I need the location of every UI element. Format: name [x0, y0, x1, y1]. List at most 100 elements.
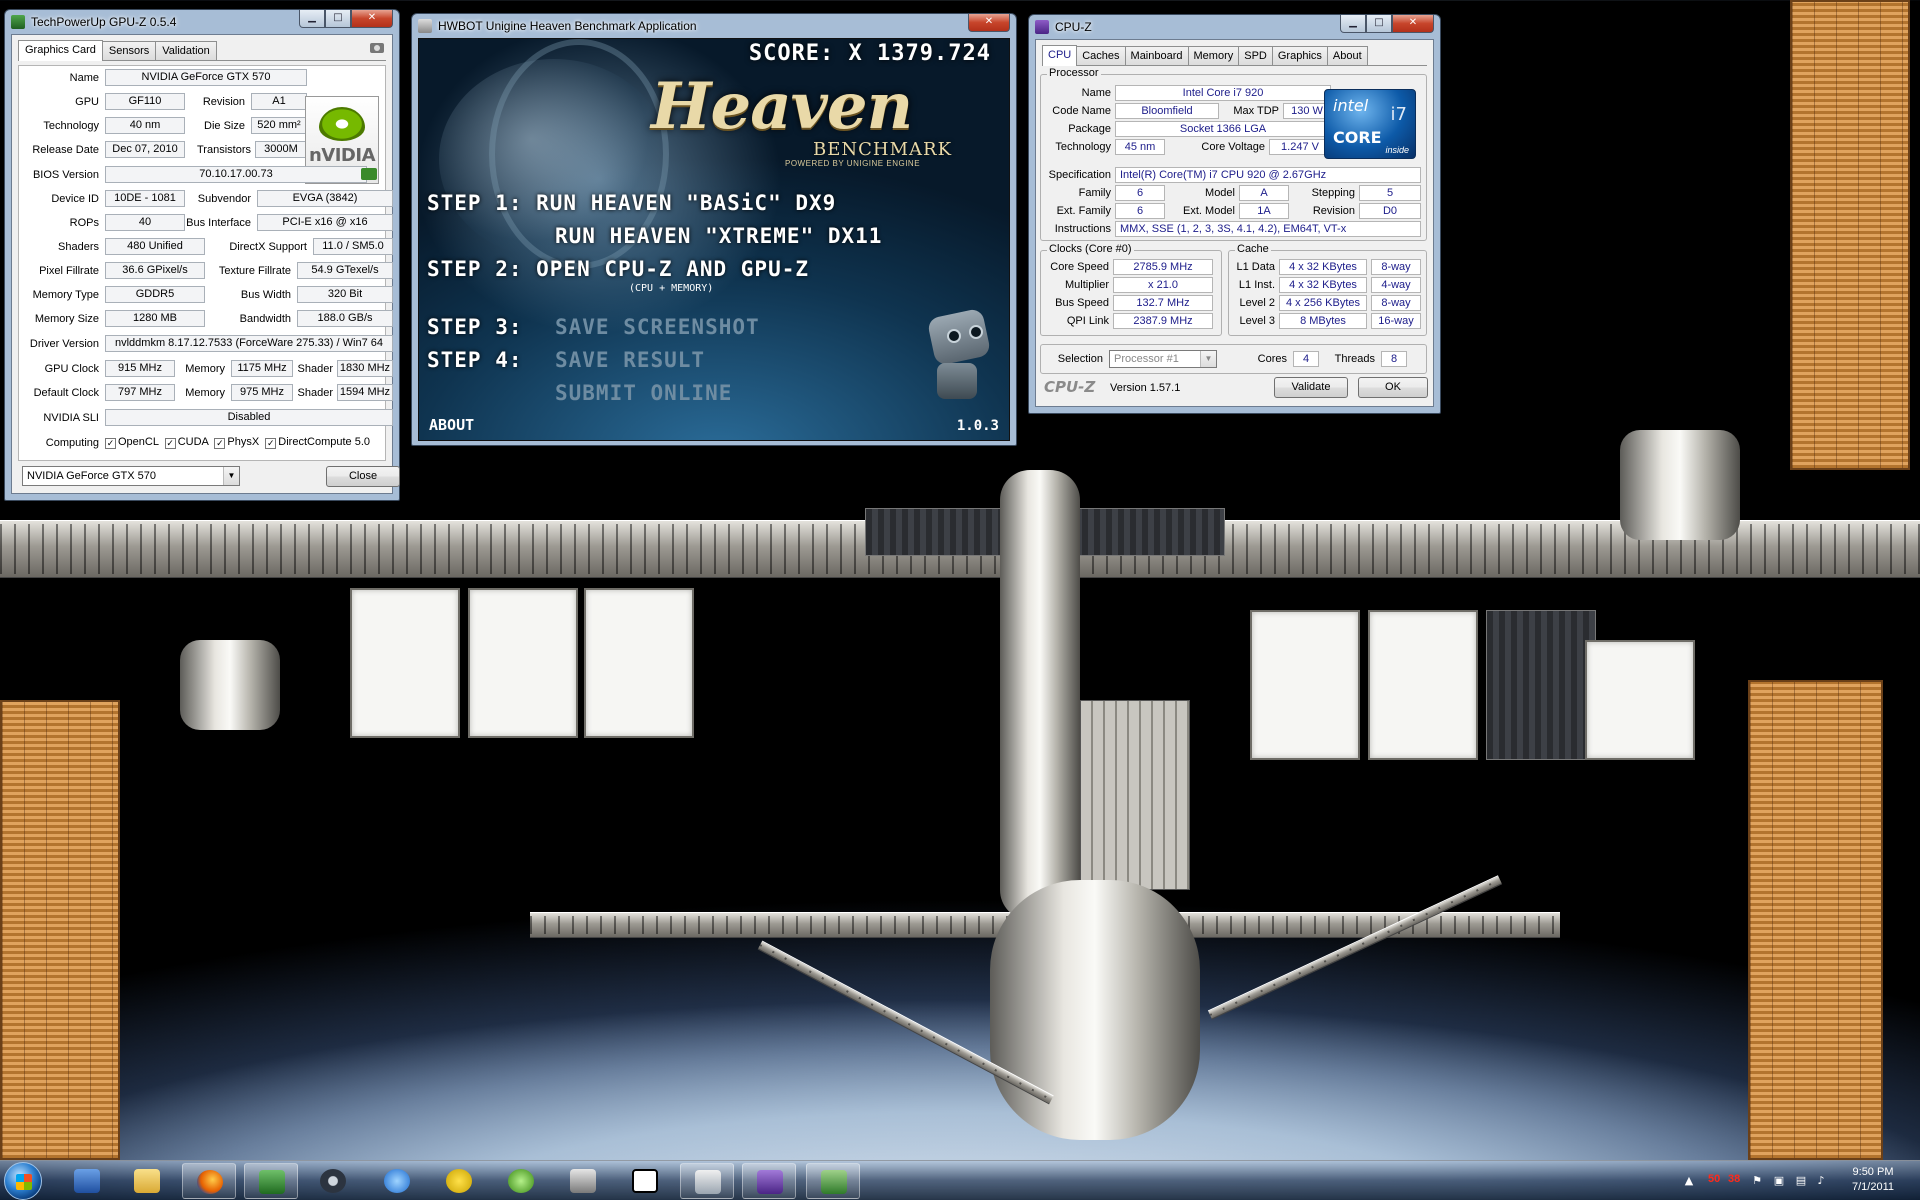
family-label: Family — [1078, 187, 1111, 199]
tab-graphics-card[interactable]: Graphics Card — [18, 40, 103, 61]
l1-data-label: L1 Data — [1236, 261, 1275, 273]
transistors-label: Transistors — [197, 144, 251, 156]
l1-inst-label: L1 Inst. — [1238, 279, 1275, 291]
step3-label: STEP 3: — [427, 315, 523, 339]
taskbar-game[interactable] — [556, 1163, 610, 1199]
heaven-window[interactable]: HWBOT Unigine Heaven Benchmark Applicati… — [411, 13, 1017, 446]
maximize-button[interactable]: □ — [1366, 15, 1392, 33]
default-shader-value: 1594 MHz — [337, 384, 393, 401]
tab-about[interactable]: About — [1326, 46, 1368, 65]
pixel-fillrate-value: 36.6 GPixel/s — [105, 262, 205, 279]
ok-button[interactable]: OK — [1358, 377, 1428, 398]
tab-graphics[interactable]: Graphics — [1271, 46, 1328, 65]
close-button[interactable]: ✕ — [1392, 15, 1434, 33]
bandwidth-label: Bandwidth — [239, 313, 291, 325]
taskbar-cpuz[interactable] — [742, 1163, 796, 1199]
taskbar-steam[interactable] — [306, 1163, 360, 1199]
about-link[interactable]: ABOUT — [429, 416, 474, 434]
bios-save-icon[interactable] — [361, 168, 377, 180]
minimize-button[interactable]: ▁ — [1340, 15, 1366, 33]
step2-link[interactable]: STEP 2: OPEN CPU-Z AND GPU-Z — [427, 257, 809, 281]
taskbar-norton[interactable] — [432, 1163, 486, 1199]
tab-cpu[interactable]: CPU — [1042, 45, 1078, 66]
step1-link[interactable]: STEP 1: RUN HEAVEN "BASiC" DX9 — [427, 191, 836, 215]
row-fillrate: Pixel Fillrate 36.6 GPixel/s Texture Fil… — [19, 261, 393, 281]
validate-button[interactable]: Validate — [1274, 377, 1348, 398]
steam-icon — [320, 1169, 346, 1193]
taskbar-7zip[interactable] — [618, 1163, 672, 1199]
tab-caches[interactable]: Caches — [1076, 46, 1126, 65]
processor-select[interactable]: Processor #1 ▼ — [1109, 350, 1217, 368]
card-select-value: NVIDIA GeForce GTX 570 — [27, 470, 156, 482]
computing-label: Computing — [45, 437, 99, 449]
tab-mainboard[interactable]: Mainboard — [1124, 46, 1189, 65]
cpuz-client: CPU Caches Mainboard Memory SPD Graphics… — [1035, 39, 1434, 407]
volume-icon[interactable]: ♪ — [1814, 1174, 1828, 1188]
step4-link[interactable]: SAVE RESULT — [555, 348, 705, 372]
opencl-checkbox[interactable]: ✓ — [105, 438, 116, 449]
clock-time: 9:50 PM — [1852, 1166, 1894, 1178]
specification-label: Specification — [1048, 169, 1111, 181]
cpuz-titlebar[interactable]: CPU-Z ▁ □ ✕ — [1035, 15, 1434, 39]
close-button[interactable]: ✕ — [351, 10, 393, 28]
taskbar-heaven[interactable] — [806, 1163, 860, 1199]
maximize-button[interactable]: □ — [325, 10, 351, 28]
step1b-link[interactable]: RUN HEAVEN "XTREME" DX11 — [555, 224, 882, 248]
taskbar-xbox[interactable] — [494, 1163, 548, 1199]
minimize-button[interactable]: ▁ — [299, 10, 325, 28]
cpuz-window[interactable]: CPU-Z ▁ □ ✕ CPU Caches Mainboard Memory … — [1028, 14, 1441, 414]
technology-label: Technology — [43, 120, 99, 132]
taskbar-app[interactable] — [680, 1163, 734, 1199]
physx-checkbox[interactable]: ✓ — [214, 438, 226, 449]
tab-memory[interactable]: Memory — [1187, 46, 1240, 65]
heaven-logo: Heaven — [651, 69, 913, 144]
heaven-title: HWBOT Unigine Heaven Benchmark Applicati… — [438, 19, 697, 33]
start-button[interactable] — [4, 1162, 42, 1200]
device-icon[interactable]: ▣ — [1772, 1174, 1786, 1188]
clock[interactable]: 9:50 PM 7/1/2011 — [1838, 1165, 1908, 1195]
network-icon[interactable]: ▤ — [1794, 1174, 1808, 1188]
gpuz-window[interactable]: TechPowerUp GPU-Z 0.5.4 ▁ □ ✕ Graphics C… — [4, 9, 400, 501]
driver-value: nvlddmkm 8.17.12.7533 (ForceWare 275.33)… — [105, 335, 393, 352]
close-gpuz-button[interactable]: Close — [326, 466, 400, 487]
chevron-down-icon[interactable]: ▼ — [223, 467, 239, 485]
intel-core-i7-logo: intel i7 CORE inside — [1324, 89, 1416, 159]
diagonal-boom-2 — [1207, 875, 1503, 1020]
max-tdp-label: Max TDP — [1233, 105, 1279, 117]
close-button[interactable]: ✕ — [968, 14, 1010, 32]
taskbar-firefox[interactable] — [182, 1163, 236, 1199]
cpu-temp-readout[interactable]: 50 — [1708, 1173, 1720, 1185]
taskbar-explorer[interactable] — [120, 1163, 174, 1199]
tab-sensors[interactable]: Sensors — [101, 41, 157, 60]
submit-online-link[interactable]: SUBMIT ONLINE — [555, 381, 732, 405]
directcompute-checkbox[interactable]: ✓ — [265, 438, 277, 449]
instructions-value: MMX, SSE (1, 2, 3, 3S, 4.1, 4.2), EM64T,… — [1115, 221, 1421, 237]
specification-value: Intel(R) Core(TM) i7 CPU 920 @ 2.67GHz — [1115, 167, 1421, 183]
gpuz-info-panel: Name NVIDIA GeForce GTX 570 GPU GF110 Re… — [18, 65, 393, 461]
station-module-vertical — [1000, 470, 1080, 920]
show-hidden-icons-icon[interactable]: ▲ — [1682, 1174, 1696, 1188]
gpu-temp-readout[interactable]: 38 — [1728, 1173, 1740, 1185]
code-name-label: Code Name — [1052, 105, 1111, 117]
tab-validation[interactable]: Validation — [155, 41, 217, 60]
radiator-panel-2 — [468, 588, 578, 738]
tab-spd[interactable]: SPD — [1238, 46, 1273, 65]
xbox-icon — [508, 1169, 534, 1193]
solar-array-left — [0, 700, 120, 1160]
gpuz-title: TechPowerUp GPU-Z 0.5.4 — [31, 15, 177, 29]
heaven-titlebar[interactable]: HWBOT Unigine Heaven Benchmark Applicati… — [418, 14, 1010, 38]
taskbar-gpuz[interactable] — [244, 1163, 298, 1199]
taskbar-word[interactable] — [60, 1163, 114, 1199]
taskbar-itunes[interactable] — [370, 1163, 424, 1199]
camera-icon[interactable] — [370, 43, 384, 53]
subvendor-label: Subvendor — [197, 193, 251, 205]
chevron-down-icon[interactable]: ▼ — [1200, 351, 1216, 367]
multiplier-value: x 21.0 — [1113, 277, 1213, 293]
action-center-flag-icon[interactable]: ⚑ — [1750, 1174, 1764, 1188]
gpuz-titlebar[interactable]: TechPowerUp GPU-Z 0.5.4 ▁ □ ✕ — [11, 10, 393, 34]
step3-link[interactable]: SAVE SCREENSHOT — [555, 315, 760, 339]
cores-value: 4 — [1293, 351, 1319, 367]
card-select[interactable]: NVIDIA GeForce GTX 570 ▼ — [22, 466, 240, 486]
bus-width-value: 320 Bit — [297, 286, 393, 303]
cuda-checkbox[interactable]: ✓ — [164, 438, 176, 449]
